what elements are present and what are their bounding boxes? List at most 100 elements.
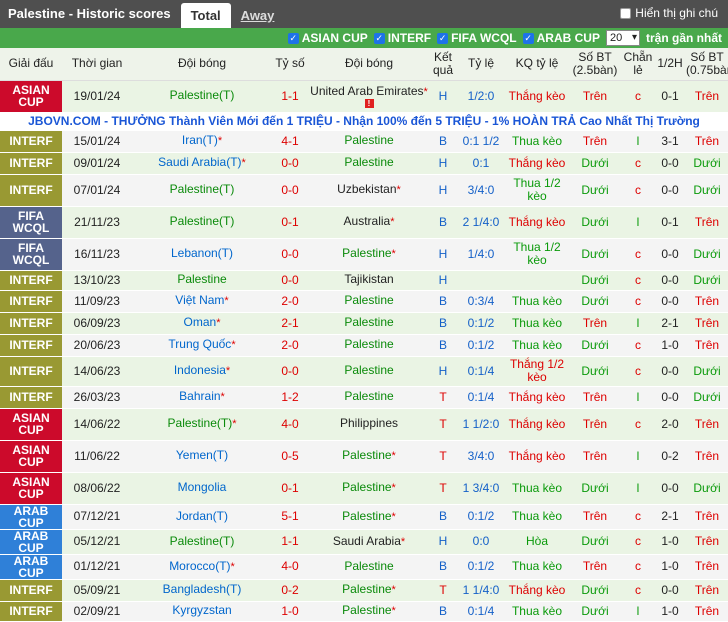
away-team-cell[interactable]: Palestine* [308,440,430,473]
away-team-cell[interactable]: Palestine [308,334,430,357]
league-cell[interactable]: ARAB CUP [0,529,62,555]
checkbox-icon[interactable]: ✓ [522,32,534,44]
away-team-cell[interactable]: Palestine* [308,579,430,602]
score-cell[interactable]: 4-1 [272,130,308,153]
home-team-cell[interactable]: Morocco(T)* [132,554,272,580]
home-team-cell[interactable]: Bahrain* [132,386,272,409]
home-team-name[interactable]: Bahrain [179,389,220,403]
tab-total[interactable]: Total [180,3,231,28]
home-team-name[interactable]: Palestine(T) [170,182,235,196]
away-team-cell[interactable]: Palestine [308,356,430,387]
league-cell[interactable]: INTERF [0,270,62,291]
ad-banner-row[interactable]: JBOVN.COM - THƯỞNG Thành Viên Mới đến 1 … [0,112,728,131]
away-team-name[interactable]: Palestine [342,509,391,523]
filter-fifa-wcql[interactable]: ✓ FIFA WCQL [437,31,517,45]
home-team-name[interactable]: Palestine(T) [170,534,235,548]
away-team-name[interactable]: Palestine [342,480,391,494]
away-team-name[interactable]: United Arab Emirates [310,84,423,98]
away-team-name[interactable]: Palestine [344,293,393,307]
home-team-cell[interactable]: Jordan(T) [132,504,272,530]
home-team-name[interactable]: Palestine(T) [168,416,233,430]
league-cell[interactable]: INTERF [0,312,62,335]
score-cell[interactable]: 2-0 [272,290,308,313]
home-team-name[interactable]: Saudi Arabia(T) [158,155,241,169]
filter-arab-cup[interactable]: ✓ ARAB CUP [522,31,600,45]
away-team-name[interactable]: Palestine [344,363,393,377]
score-cell[interactable]: 2-0 [272,334,308,357]
away-team-name[interactable]: Palestine [344,559,393,573]
show-note-toggle[interactable]: Hiển thị ghi chú [620,6,718,20]
score-cell[interactable]: 0-1 [272,472,308,505]
away-team-name[interactable]: Palestine [344,315,393,329]
home-team-cell[interactable]: Palestine(T) [132,206,272,239]
away-team-cell[interactable]: Tajikistan [308,270,430,291]
league-cell[interactable]: INTERF [0,290,62,313]
home-team-cell[interactable]: Yemen(T) [132,440,272,473]
away-team-cell[interactable]: Palestine* [308,601,430,622]
match-count-select[interactable]: 20 [605,30,640,46]
score-cell[interactable]: 1-1 [272,80,308,113]
score-cell[interactable]: 0-1 [272,206,308,239]
show-note-checkbox[interactable] [620,7,632,19]
away-team-name[interactable]: Palestine [344,337,393,351]
score-cell[interactable]: 0-0 [272,152,308,175]
score-cell[interactable]: 0-5 [272,440,308,473]
home-team-name[interactable]: Yemen(T) [176,448,228,462]
home-team-name[interactable]: Lebanon(T) [171,246,233,260]
home-team-cell[interactable]: Lebanon(T) [132,238,272,271]
away-team-cell[interactable]: Palestine* [308,238,430,271]
away-team-cell[interactable]: Philippines [308,408,430,441]
league-cell[interactable]: INTERF [0,130,62,153]
away-team-name[interactable]: Palestine [342,246,391,260]
league-cell[interactable]: ASIAN CUP [0,408,62,441]
away-team-name[interactable]: Palestine [342,448,391,462]
score-cell[interactable]: 4-0 [272,408,308,441]
away-team-cell[interactable]: Palestine* [308,504,430,530]
home-team-cell[interactable]: Saudi Arabia(T)* [132,152,272,175]
home-team-name[interactable]: Trung Quốc [168,337,231,351]
away-team-name[interactable]: Uzbekistan [337,182,396,196]
away-team-cell[interactable]: Palestine* [308,472,430,505]
score-cell[interactable]: 0-2 [272,579,308,602]
league-cell[interactable]: INTERF [0,152,62,175]
league-cell[interactable]: INTERF [0,356,62,387]
home-team-name[interactable]: Kyrgyzstan [172,603,231,617]
home-team-name[interactable]: Palestine(T) [170,88,235,102]
home-team-cell[interactable]: Việt Nam* [132,290,272,313]
away-team-name[interactable]: Palestine [342,603,391,617]
away-team-cell[interactable]: Saudi Arabia* [308,529,430,555]
away-team-cell[interactable]: Palestine [308,386,430,409]
score-cell[interactable]: 5-1 [272,504,308,530]
tab-away[interactable]: Away [231,3,285,28]
away-team-cell[interactable]: Palestine [308,152,430,175]
score-cell[interactable]: 0-0 [272,356,308,387]
away-team-cell[interactable]: Palestine [308,312,430,335]
home-team-cell[interactable]: Palestine(T) [132,529,272,555]
home-team-name[interactable]: Indonesia [174,363,226,377]
away-team-name[interactable]: Palestine [344,155,393,169]
league-cell[interactable]: INTERF [0,386,62,409]
away-team-cell[interactable]: Palestine [308,554,430,580]
checkbox-icon[interactable]: ✓ [437,32,449,44]
home-team-name[interactable]: Jordan(T) [176,509,228,523]
home-team-cell[interactable]: Palestine(T) [132,80,272,113]
score-cell[interactable]: 1-0 [272,601,308,622]
score-cell[interactable]: 0-0 [272,270,308,291]
home-team-name[interactable]: Palestine [177,272,226,286]
league-cell[interactable]: FIFA WCQL [0,206,62,239]
home-team-name[interactable]: Oman [184,315,217,329]
away-team-name[interactable]: Saudi Arabia [333,534,401,548]
checkbox-icon[interactable]: ✓ [373,32,385,44]
away-team-cell[interactable]: Palestine [308,290,430,313]
away-team-name[interactable]: Tajikistan [344,272,393,286]
league-cell[interactable]: FIFA WCQL [0,238,62,271]
league-cell[interactable]: ARAB CUP [0,554,62,580]
home-team-cell[interactable]: Mongolia [132,472,272,505]
home-team-name[interactable]: Iran(T) [182,133,218,147]
score-cell[interactable]: 2-1 [272,312,308,335]
away-team-name[interactable]: Palestine [344,133,393,147]
league-cell[interactable]: INTERF [0,334,62,357]
league-cell[interactable]: ASIAN CUP [0,440,62,473]
home-team-cell[interactable]: Oman* [132,312,272,335]
away-team-cell[interactable]: Uzbekistan* [308,174,430,207]
